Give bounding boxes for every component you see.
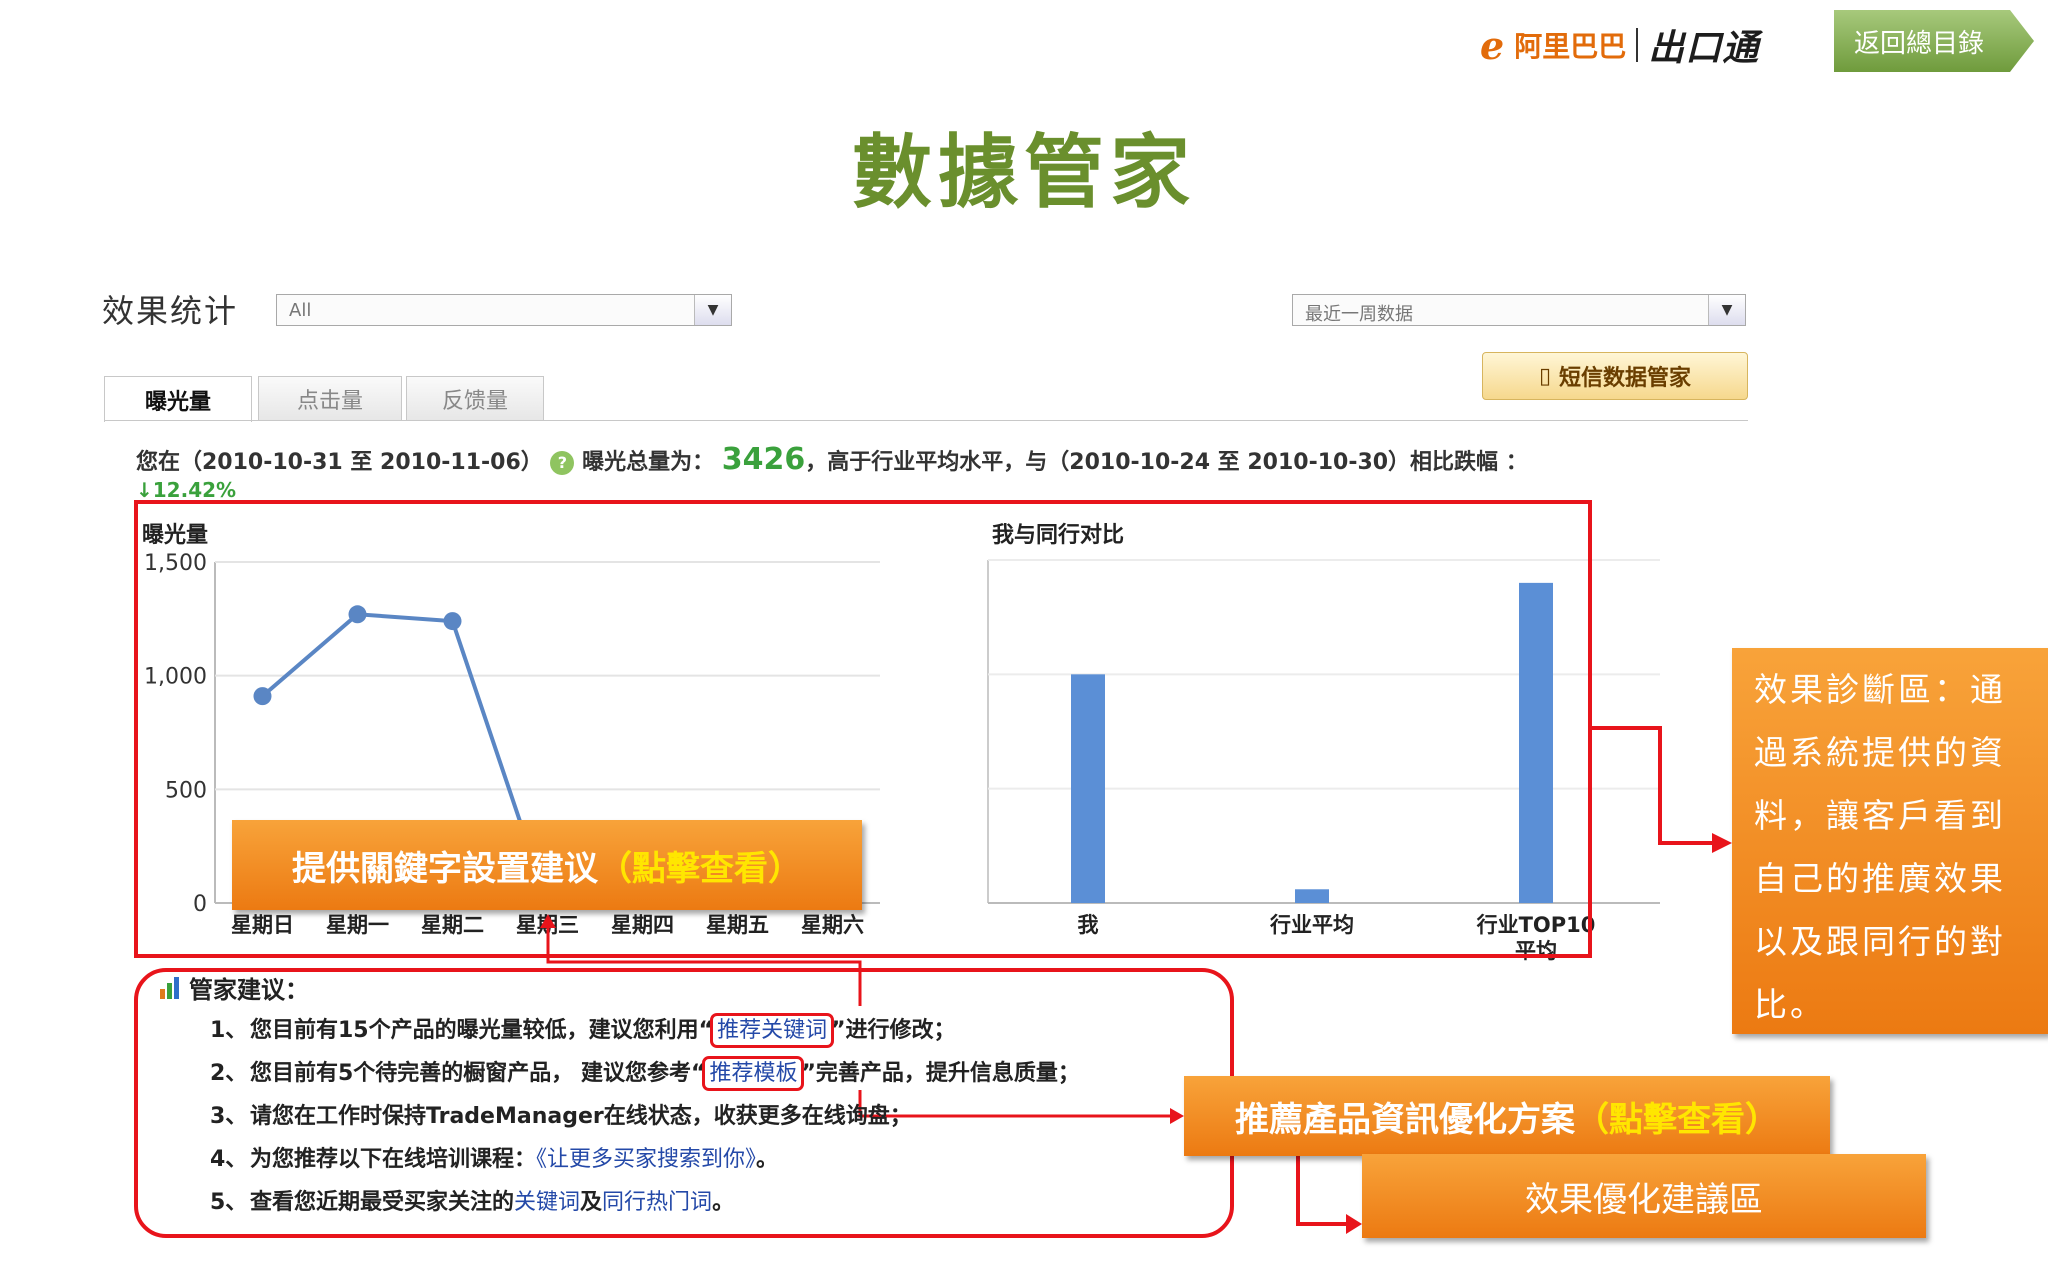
arrow-head-icon	[1346, 1214, 1362, 1234]
x-tick-label: 星期五	[706, 913, 769, 937]
bar-chart-title: 我与同行对比	[992, 522, 1124, 548]
advice-text: 您目前有5个待完善的橱窗产品， 建议您参考“	[250, 1061, 706, 1086]
advice-text: 。	[712, 1190, 735, 1215]
advice-number: 3、	[210, 1104, 248, 1129]
advice-number: 2、	[210, 1061, 248, 1086]
advice-title-text: 管家建议：	[189, 976, 309, 1004]
bar	[1071, 674, 1105, 903]
callout-text: 推薦產品資訊優化方案	[1235, 1099, 1575, 1140]
advice-number: 5、	[210, 1190, 248, 1215]
bar-chart-icon	[160, 976, 179, 999]
arrow-head-icon	[1712, 833, 1732, 853]
advice-text: 为您推荐以下在线培训课程：	[250, 1147, 537, 1172]
bars	[1071, 582, 1553, 903]
advice-item: 1、 您目前有15个产品的曝光量较低，建议您利用“ 推荐关键词 ”进行修改；	[210, 1012, 956, 1048]
callout-action-text: （點擊查看）	[598, 848, 802, 889]
advice-text: 请您在工作时保持TradeManager在线状态，收获更多在线询盘；	[250, 1104, 912, 1129]
keyword-arrow	[546, 926, 862, 1006]
diagnosis-arrow	[1590, 726, 1722, 845]
optimize-arrow	[1296, 1156, 1350, 1226]
hot-words-link[interactable]: 同行热门词	[602, 1190, 712, 1215]
advice-item: 5、 查看您近期最受买家关注的关键词及同行热门词。	[210, 1184, 734, 1216]
x-tick-label: 星期二	[421, 913, 484, 937]
y-tick-label: 1,500	[144, 551, 207, 576]
training-course-link[interactable]: 《让更多买家搜索到你》	[536, 1147, 756, 1172]
recommended-template-link[interactable]: 推荐模板	[702, 1056, 805, 1091]
callout-text: 提供關鍵字設置建议	[292, 848, 598, 889]
advice-text: 查看您近期最受买家关注的	[250, 1190, 515, 1215]
data-point	[253, 687, 272, 706]
advice-item: 3、 请您在工作时保持TradeManager在线状态，收获更多在线询盘；	[210, 1098, 912, 1130]
advice-text: 及	[580, 1190, 603, 1215]
grid-lines	[215, 561, 880, 791]
advice-item: 2、 您目前有5个待完善的橱窗产品， 建议您参考“ 推荐模板 ”完善产品，提升信息质量…	[210, 1055, 1080, 1091]
advice-section-title: 管家建议：	[160, 970, 309, 1005]
product-optimization-callout[interactable]: 推薦產品資訊優化方案 （點擊查看）	[1184, 1076, 1830, 1156]
x-tick-label: 行业平均	[1269, 913, 1354, 937]
advice-text: ”进行修改；	[831, 1018, 956, 1043]
advice-number: 1、	[210, 1018, 248, 1043]
diagnosis-area-callout: 效果診斷區：通過系統提供的資料，讓客戶看到自己的推廣效果以及跟同行的對比。	[1732, 648, 2048, 1034]
line-chart-title: 曝光量	[142, 523, 208, 548]
arrow-head-icon	[1170, 1108, 1184, 1124]
recommended-keywords-link[interactable]: 推荐关键词	[710, 1013, 835, 1048]
y-tick-labels: 1,500 1,000 500 0	[144, 551, 207, 917]
advice-text: 您目前有15个产品的曝光量较低，建议您利用“	[250, 1018, 714, 1043]
advice-text: 。	[756, 1147, 779, 1172]
y-tick-label: 500	[165, 778, 207, 803]
keyword-suggestion-callout[interactable]: 提供關鍵字設置建议 （點擊查看）	[232, 820, 862, 910]
optimization-area-callout: 效果優化建議區	[1362, 1154, 1926, 1238]
x-tick-label: 星期一	[326, 913, 389, 937]
x-tick-label: 星期四	[611, 913, 674, 937]
x-tick-label: 星期日	[231, 913, 294, 937]
x-tick-label: 星期六	[801, 913, 864, 937]
x-tick-label: 我	[1078, 913, 1099, 937]
advice-item: 4、 为您推荐以下在线培训课程：《让更多买家搜索到你》。	[210, 1141, 778, 1173]
data-point	[348, 605, 367, 624]
bar	[1295, 889, 1329, 903]
advice-number: 4、	[210, 1147, 248, 1172]
bar-chart: 我与同行对比 我行业平均 行业TOP10 平均	[987, 522, 1660, 963]
y-tick-label: 1,000	[144, 665, 207, 690]
y-tick-label: 0	[193, 892, 207, 917]
bar	[1519, 582, 1553, 903]
advice-text: ”完善产品，提升信息质量；	[801, 1061, 1080, 1086]
keywords-link[interactable]: 关键词	[514, 1190, 580, 1215]
data-point	[443, 612, 462, 631]
callout-action-text: （點擊查看）	[1575, 1099, 1779, 1140]
